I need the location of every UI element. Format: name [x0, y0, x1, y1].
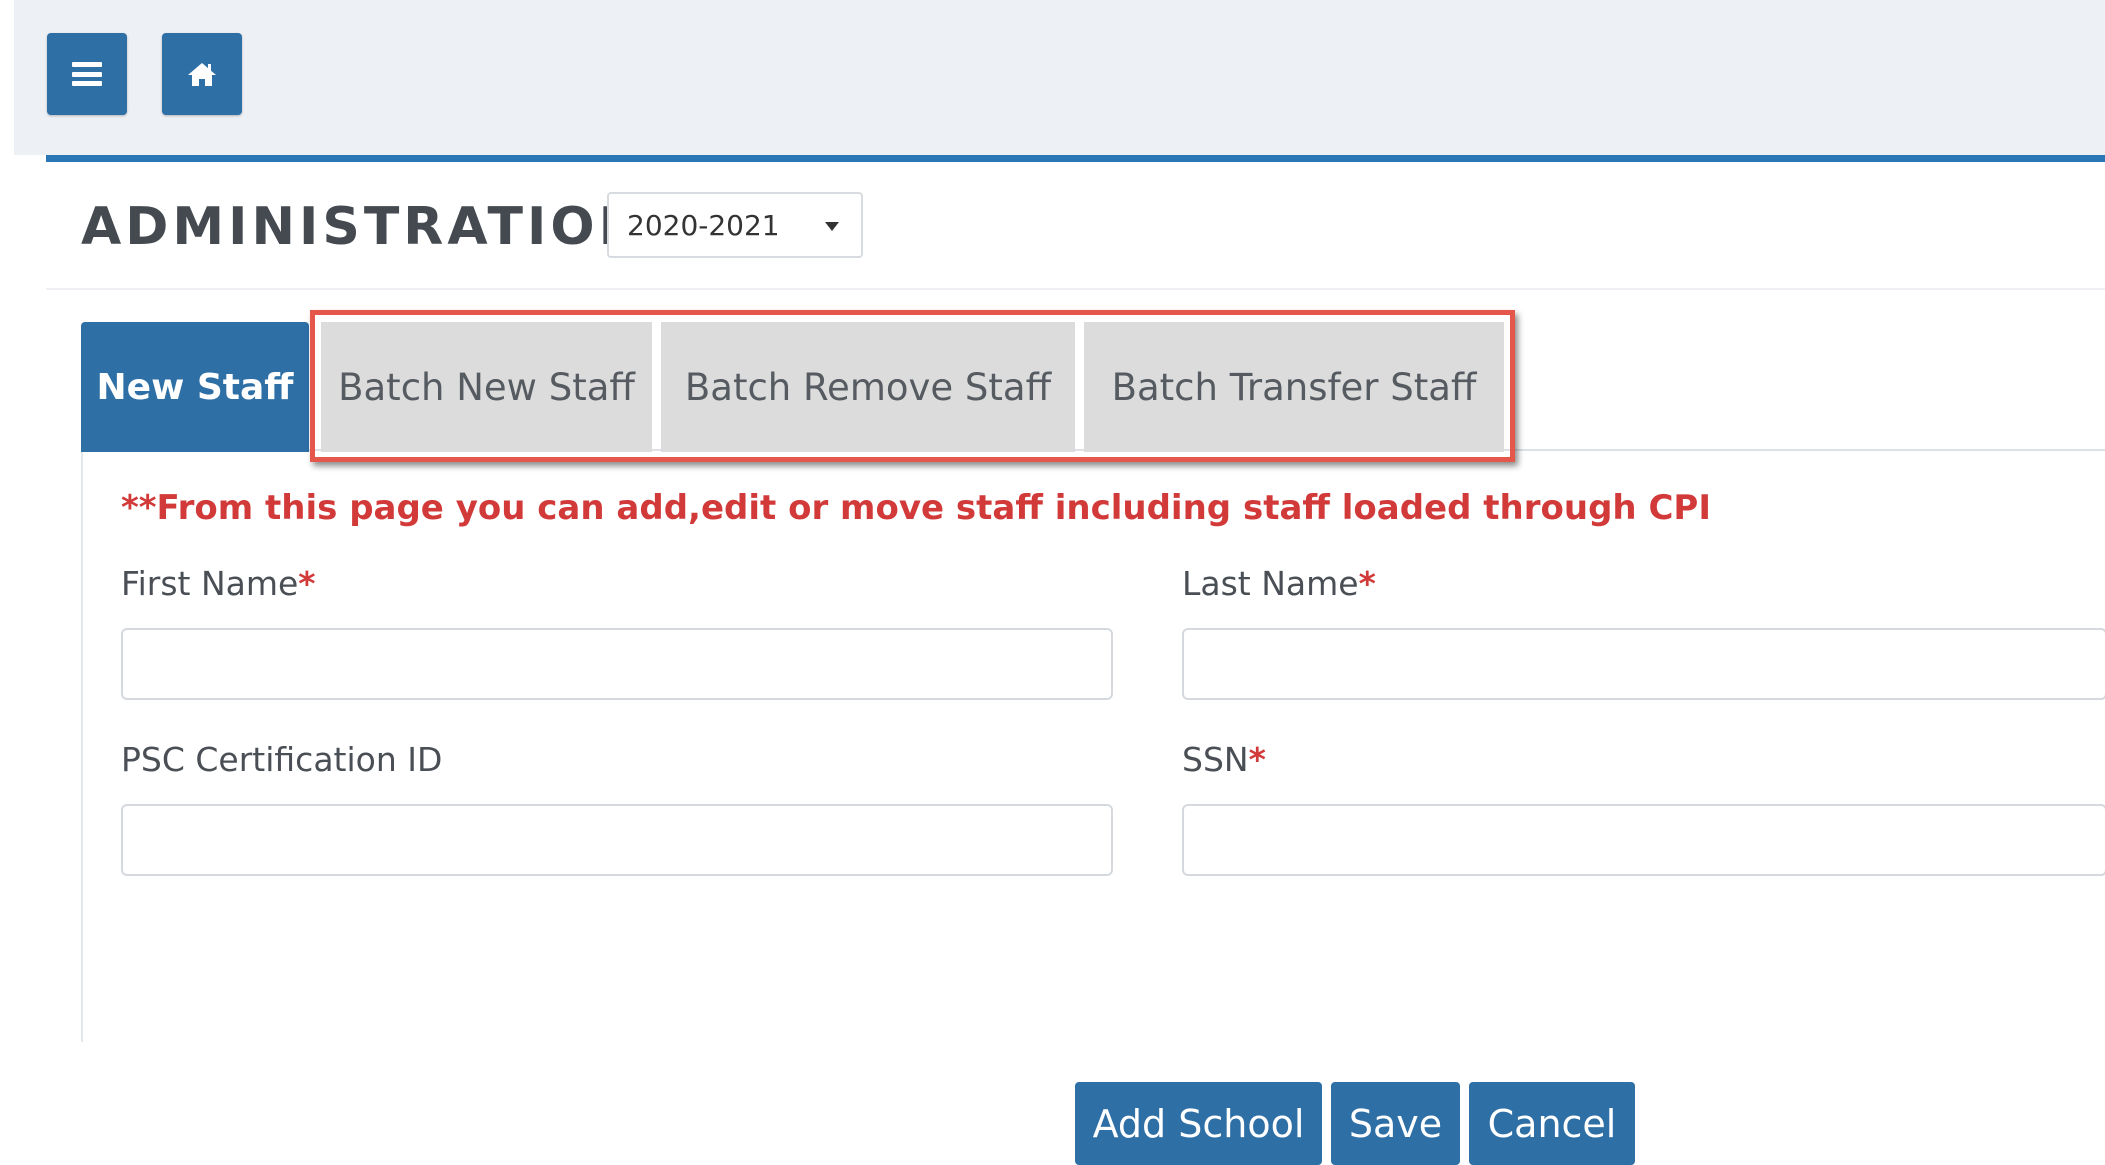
add-school-button[interactable]: Add School — [1075, 1082, 1322, 1165]
school-year-select[interactable]: 2020-2021 — [607, 192, 863, 258]
last-name-label: Last Name* — [1182, 564, 1376, 603]
tab-batch-remove-staff[interactable]: Batch Remove Staff — [661, 322, 1075, 452]
psc-certification-id-field[interactable] — [121, 804, 1113, 876]
staff-tabs: New Staff Batch New Staff Batch Remove S… — [81, 317, 2105, 452]
top-bar — [14, 0, 2105, 155]
administration-panel: ADMINISTRATION 2020-2021 New Staff Batch… — [46, 155, 2105, 1165]
first-name-field[interactable] — [121, 628, 1113, 700]
home-icon — [188, 63, 216, 86]
required-marker: * — [1358, 564, 1376, 603]
psc-certification-id-label: PSC Certification ID — [121, 740, 443, 779]
panel-header: ADMINISTRATION 2020-2021 — [46, 162, 2105, 290]
required-marker: * — [298, 564, 316, 603]
last-name-field[interactable] — [1182, 628, 2105, 700]
tab-batch-new-staff[interactable]: Batch New Staff — [321, 322, 652, 452]
page-title: ADMINISTRATION — [81, 197, 647, 257]
ssn-field[interactable] — [1182, 804, 2105, 876]
first-name-label: First Name* — [121, 564, 316, 603]
home-button[interactable] — [162, 33, 242, 115]
form-notice: **From this page you can add,edit or mov… — [121, 488, 1711, 528]
new-staff-form: **From this page you can add,edit or mov… — [81, 452, 2105, 1165]
hamburger-menu-icon — [72, 62, 102, 86]
required-marker: * — [1248, 740, 1266, 779]
page-left-margin — [0, 0, 14, 1035]
menu-button[interactable] — [47, 33, 127, 115]
ssn-label: SSN* — [1182, 740, 1266, 779]
tab-new-staff[interactable]: New Staff — [81, 322, 309, 452]
caret-down-icon — [825, 222, 839, 231]
save-button[interactable]: Save — [1331, 1082, 1460, 1165]
cancel-button[interactable]: Cancel — [1469, 1082, 1635, 1165]
school-year-value: 2020-2021 — [627, 208, 780, 242]
tab-batch-transfer-staff[interactable]: Batch Transfer Staff — [1084, 322, 1504, 452]
